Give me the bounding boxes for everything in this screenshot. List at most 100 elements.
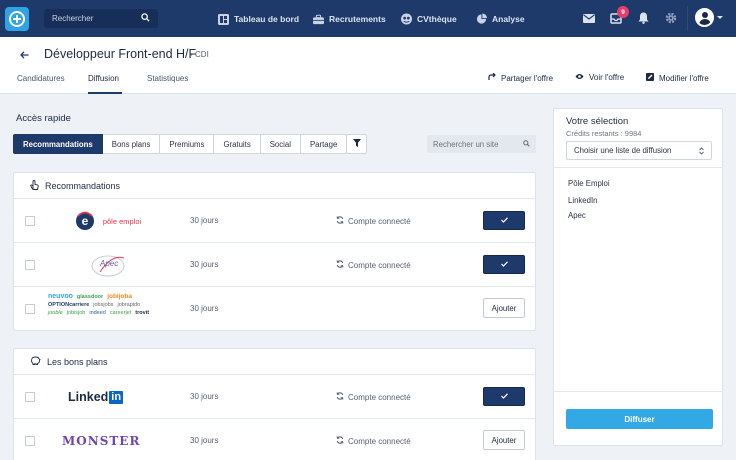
eye-icon — [575, 73, 584, 82]
card-header: Recommandations — [14, 173, 535, 199]
page-title: Développeur Front-end H/F — [44, 47, 197, 61]
logo-text: Linked — [68, 390, 109, 404]
sync-icon — [336, 260, 344, 270]
site-search[interactable] — [427, 135, 536, 153]
job-board-row: MONSTER 30 jours Compte connecté Ajouter — [14, 419, 535, 460]
dashboard-icon — [218, 13, 229, 25]
connection-status-label: Compte connecté — [348, 216, 411, 226]
bell-icon[interactable] — [637, 12, 649, 24]
connection-status-label: Compte connecté — [348, 436, 411, 446]
view-offer-label: Voir l'offre — [589, 73, 625, 82]
row-checkbox[interactable] — [25, 216, 35, 226]
good-deals-card: Les bons plans Linked in 30 jours Compte… — [13, 348, 536, 460]
filter-tabs: Recommandations Bons plans Premiums Grat… — [13, 134, 348, 154]
share-offer-button[interactable]: Partager l'offre — [488, 72, 554, 83]
distribution-list-select[interactable]: Choisir une liste de diffusion — [566, 141, 712, 160]
connection-status: Compte connecté — [336, 216, 411, 226]
cv-database-icon — [401, 13, 412, 25]
row-checkbox[interactable] — [25, 304, 35, 314]
active-tab-indicator — [88, 92, 122, 94]
edit-offer-label: Modifier l'offre — [659, 73, 709, 83]
nav-analytics[interactable]: Analyse — [476, 12, 525, 26]
selection-title: Votre sélection — [566, 116, 629, 127]
apec-logo: Apec — [48, 249, 168, 281]
nav-recruitments-label: Recrutements — [329, 14, 386, 24]
duration: 30 jours — [190, 260, 219, 269]
selected-toggle-button[interactable] — [483, 211, 525, 230]
connection-status-label: Compte connecté — [348, 260, 411, 270]
briefcase-icon — [313, 14, 324, 25]
connection-status-label: Compte connecté — [348, 392, 411, 402]
logo-jobijoba: jobijoba — [107, 293, 133, 300]
credits-remaining: Crédits restants : 9984 — [566, 129, 642, 138]
job-board-row: Linked in 30 jours Compte connecté — [14, 375, 535, 419]
sync-icon — [336, 216, 344, 226]
tab-candidatures[interactable]: Candidatures — [17, 74, 65, 83]
row-checkbox[interactable] — [25, 436, 35, 446]
nav-cvtheque[interactable]: CVthèque — [401, 12, 457, 26]
edit-offer-button[interactable]: Modifier l'offre — [646, 73, 709, 83]
row-checkbox[interactable] — [25, 260, 35, 270]
row-checkbox[interactable] — [25, 392, 35, 402]
filter-recommandations[interactable]: Recommandations — [13, 134, 103, 154]
duration: 30 jours — [190, 216, 219, 225]
logo-text: MONSTER — [62, 434, 141, 448]
tab-diffusion[interactable]: Diffusion — [88, 74, 119, 83]
search-icon[interactable] — [523, 139, 530, 149]
logo-neuvoo: neuvoo — [48, 293, 73, 300]
logo-jobsjobs: jobsjobs — [93, 302, 114, 308]
site-search-input[interactable] — [433, 139, 519, 149]
filter-gratuits[interactable]: Gratuits — [214, 134, 261, 154]
filter-button[interactable] — [346, 134, 367, 154]
monster-logo: MONSTER — [48, 425, 168, 457]
filter-icon — [352, 139, 361, 149]
piggy-bank-icon — [30, 356, 41, 367]
sync-icon — [336, 392, 344, 402]
gear-icon[interactable] — [665, 12, 677, 24]
user-avatar[interactable] — [695, 8, 714, 27]
selection-item: Apec — [568, 211, 586, 220]
filter-bons-plans[interactable]: Bons plans — [102, 134, 161, 154]
publish-button[interactable]: Diffuser — [566, 409, 713, 429]
recommendations-card: Recommandations e pôle emploi 30 jours C… — [13, 172, 536, 331]
logo-careerjet: careerjet — [109, 310, 132, 316]
filter-social[interactable]: Social — [260, 134, 301, 154]
logo-text: pôle emploi — [102, 216, 142, 226]
logo-indeed: indeed — [89, 310, 106, 316]
analytics-icon — [476, 13, 487, 25]
chevron-down-icon[interactable] — [717, 16, 723, 19]
search-icon[interactable] — [141, 13, 150, 24]
nav-cvtheque-label: CVthèque — [417, 14, 457, 24]
global-search[interactable] — [44, 9, 158, 28]
selection-item: LinkedIn — [568, 196, 598, 205]
nav-recruitments[interactable]: Recrutements — [313, 12, 386, 26]
job-board-row: Apec 30 jours Compte connecté — [14, 243, 535, 287]
mail-icon[interactable] — [583, 12, 595, 24]
add-button[interactable]: Ajouter — [483, 298, 525, 318]
view-offer-button[interactable]: Voir l'offre — [575, 73, 624, 82]
filter-partage[interactable]: Partage — [300, 134, 348, 154]
share-icon — [488, 72, 496, 83]
section-title: Recommandations — [45, 180, 121, 191]
section-title: Les bons plans — [47, 356, 108, 367]
logo-glassdoor: glassdoor — [76, 294, 104, 300]
card-header: Les bons plans — [14, 349, 535, 375]
share-offer-label: Partager l'offre — [501, 73, 554, 83]
nav-dashboard[interactable]: Tableau de bord — [218, 12, 299, 26]
global-search-input[interactable] — [52, 14, 138, 23]
selected-toggle-button[interactable] — [483, 255, 525, 274]
filter-premiums[interactable]: Premiums — [160, 134, 215, 154]
arrow-left-icon[interactable] — [18, 49, 30, 61]
app-logo-button[interactable] — [5, 7, 29, 31]
linkedin-in-badge: in — [109, 390, 124, 404]
linkedin-logo: Linked in — [48, 381, 168, 413]
pole-emploi-logo: e pôle emploi — [48, 205, 168, 237]
page-header: Développeur Front-end H/F • CDI Candidat… — [0, 37, 736, 94]
tab-statistiques[interactable]: Statistiques — [147, 74, 188, 83]
top-navbar: Tableau de bord Recrutements CVthèque An… — [0, 0, 736, 37]
aggregator-logos: neuvoo glassdoor jobijoba OPTIONcarriere… — [48, 293, 160, 327]
add-button[interactable]: Ajouter — [483, 430, 525, 450]
logo-jooble: jooble — [48, 310, 63, 316]
nav-analytics-label: Analyse — [492, 14, 525, 24]
selected-toggle-button[interactable] — [483, 387, 525, 406]
